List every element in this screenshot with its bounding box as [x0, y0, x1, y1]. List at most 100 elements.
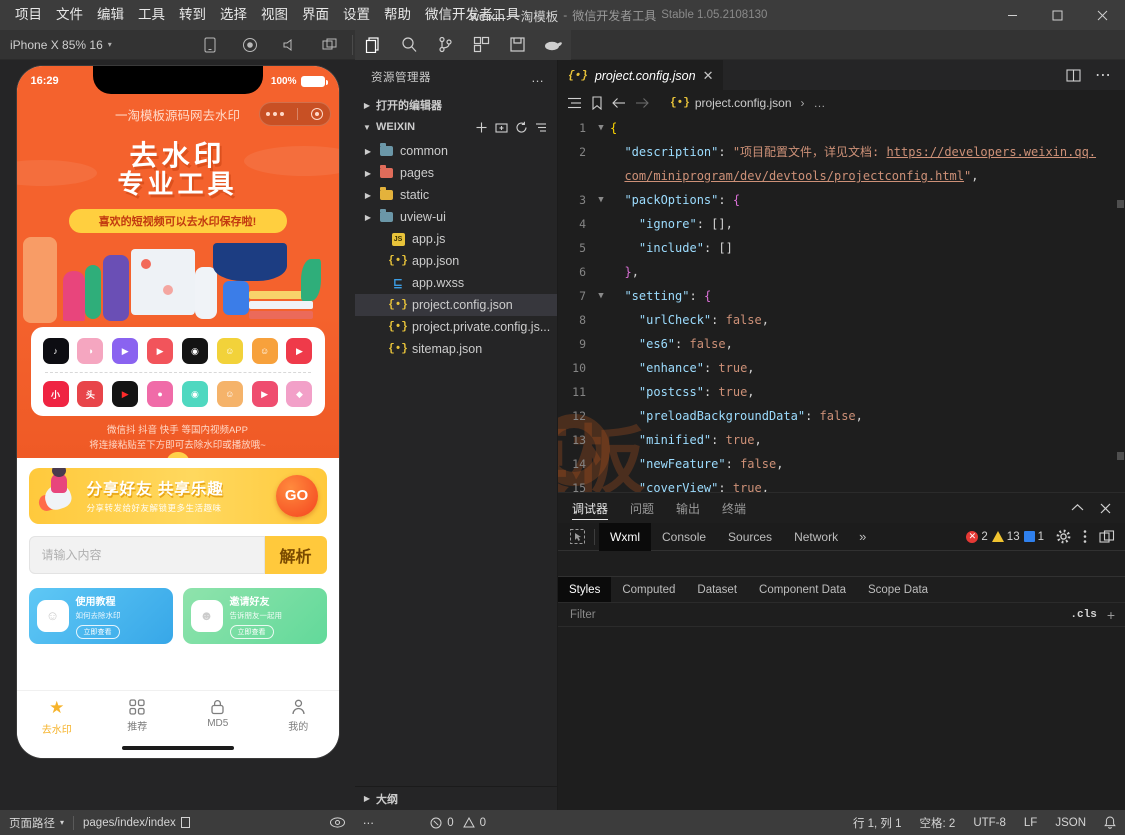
bookmark-icon[interactable]: [591, 96, 603, 110]
record-icon[interactable]: [230, 30, 270, 60]
explorer-more-icon[interactable]: …: [531, 70, 545, 85]
capsule-menu-icon[interactable]: [266, 112, 284, 116]
tab-remove-watermark[interactable]: ★ 去水印: [17, 698, 98, 735]
collapse-all-icon[interactable]: [535, 121, 548, 134]
code-line[interactable]: 2 "description": "项目配置文件，详见文档: https://d…: [558, 140, 1125, 164]
page-path-selector[interactable]: 页面路径 ▾: [0, 810, 73, 835]
breadcrumb-file[interactable]: {•} project.config.json: [670, 96, 792, 110]
code-line[interactable]: 9 "es6": false,: [558, 332, 1125, 356]
panel-tab-problems[interactable]: 问题: [630, 493, 654, 523]
code-line[interactable]: 7 ▼ "setting": {: [558, 284, 1125, 308]
tab-md5[interactable]: MD5: [178, 699, 259, 729]
code-line[interactable]: 10 "enhance": true,: [558, 356, 1125, 380]
back-icon[interactable]: [612, 97, 626, 109]
code-line[interactable]: 11 "postcss": true,: [558, 380, 1125, 404]
source-control-icon[interactable]: [427, 30, 463, 60]
devtools-tab-sources[interactable]: Sources: [717, 523, 783, 551]
code-line[interactable]: 1 ▼{: [558, 116, 1125, 140]
menu-item-7[interactable]: 界面: [295, 4, 336, 26]
filter-input[interactable]: Filter: [570, 609, 1070, 621]
file-tree-item-uview-ui[interactable]: ▶ uview-ui: [355, 206, 557, 228]
share-banner[interactable]: 分享好友 共享乐趣 分享转发给好友解锁更多生活趣味 GO: [28, 467, 327, 524]
styles-tab-computed[interactable]: Computed: [611, 577, 686, 602]
code-line[interactable]: 14 "newFeature": false,: [558, 452, 1125, 476]
close-panel-icon[interactable]: [1100, 503, 1111, 514]
phone-icon[interactable]: [190, 30, 230, 60]
extensions-icon[interactable]: [463, 30, 499, 60]
parse-button[interactable]: 解析: [264, 535, 327, 574]
code-line[interactable]: 8 "urlCheck": false,: [558, 308, 1125, 332]
fold-chevron-icon[interactable]: ▼: [592, 284, 610, 308]
code-line[interactable]: 13 "minified": true,: [558, 428, 1125, 452]
code-line[interactable]: 6 },: [558, 260, 1125, 284]
tab-recommend[interactable]: 推荐: [97, 699, 178, 733]
cursor-position[interactable]: 行 1, 列 1: [844, 810, 911, 835]
code-line[interactable]: 4 "ignore": [],: [558, 212, 1125, 236]
menu-item-6[interactable]: 视图: [254, 4, 295, 26]
panel-tab-terminal[interactable]: 终端: [722, 493, 746, 523]
menu-item-10[interactable]: 微信开发者工具: [418, 4, 527, 26]
forward-icon[interactable]: [635, 97, 649, 109]
styles-tab-component-data[interactable]: Component Data: [748, 577, 857, 602]
gear-icon[interactable]: [1056, 529, 1071, 544]
wechat-cloud-icon[interactable]: [535, 30, 571, 60]
wxml-dom-tree[interactable]: [558, 551, 1125, 577]
menu-item-8[interactable]: 设置: [336, 4, 377, 26]
code-line[interactable]: 3 ▼ "packOptions": {: [558, 188, 1125, 212]
menu-item-0[interactable]: 项目: [8, 4, 49, 26]
editor-tab-project-config[interactable]: {•} project.config.json ✕: [558, 60, 724, 90]
file-tree-item-pages[interactable]: ▶ pages: [355, 162, 557, 184]
wechat-capsule[interactable]: [258, 102, 331, 126]
promo-btn-tutorial[interactable]: 立即查看: [75, 624, 120, 639]
code-line[interactable]: 12 "preloadBackgroundData": false,: [558, 404, 1125, 428]
close-icon[interactable]: [1080, 0, 1125, 30]
cls-button[interactable]: .cls: [1070, 609, 1106, 621]
indent-setting[interactable]: 空格: 2: [911, 810, 965, 835]
project-section[interactable]: ▼ WEIXIN: [355, 116, 557, 138]
fold-chevron-icon[interactable]: ▼: [592, 116, 610, 140]
menu-item-5[interactable]: 选择: [213, 4, 254, 26]
file-tree-item-sitemap-json[interactable]: {•} sitemap.json: [355, 338, 557, 360]
styles-tab-scope-data[interactable]: Scope Data: [857, 577, 939, 602]
file-tree-item-common[interactable]: ▶ common: [355, 140, 557, 162]
explorer-icon[interactable]: [355, 30, 391, 60]
file-tree-item-static[interactable]: ▶ static: [355, 184, 557, 206]
capsule-close-icon[interactable]: [311, 108, 323, 120]
panel-tab-debugger[interactable]: 调试器: [572, 493, 609, 523]
styles-tab-styles[interactable]: Styles: [558, 577, 612, 602]
code-editor[interactable]: 一淘模板 1▼{2 "description": "项目配置文件，详见文档: h…: [558, 116, 1125, 492]
maximize-icon[interactable]: [1035, 0, 1080, 30]
save-layout-icon[interactable]: [499, 30, 535, 60]
code-line[interactable]: 15 "coverView": true,: [558, 476, 1125, 492]
search-icon[interactable]: [391, 30, 427, 60]
notifications-bell-icon[interactable]: [1095, 810, 1125, 835]
eol-setting[interactable]: LF: [1015, 810, 1046, 835]
devtools-tab-wxml[interactable]: Wxml: [599, 522, 651, 551]
close-icon[interactable]: ✕: [703, 68, 714, 84]
menu-item-1[interactable]: 文件: [49, 4, 90, 26]
error-count[interactable]: ✕ 2: [966, 530, 988, 543]
devtools-more-tabs-icon[interactable]: »: [849, 529, 876, 544]
promo-card-invite[interactable]: ☻ 邀请好友 告诉朋友一起用 立即查看: [182, 587, 327, 644]
copy-icon[interactable]: [180, 816, 192, 829]
kebab-menu-icon[interactable]: [1083, 529, 1087, 544]
outline-section[interactable]: ▶ 大纲: [355, 786, 557, 810]
add-style-rule-button[interactable]: +: [1107, 607, 1125, 623]
inspect-element-icon[interactable]: [564, 523, 590, 551]
devtools-tab-console[interactable]: Console: [651, 523, 717, 551]
promo-card-tutorial[interactable]: ☺ 使用教程 如何去除水印 立即查看: [28, 587, 173, 644]
device-selector[interactable]: iPhone X 85% 16 ▾: [0, 38, 190, 52]
menu-item-4[interactable]: 转到: [172, 4, 213, 26]
fold-chevron-icon[interactable]: ▼: [592, 188, 610, 212]
preview-eye-icon[interactable]: [321, 810, 354, 835]
code-line[interactable]: com/miniprogram/dev/devtools/projectconf…: [558, 164, 1125, 188]
refresh-icon[interactable]: [515, 121, 528, 134]
minimize-icon[interactable]: [990, 0, 1035, 30]
tab-mine[interactable]: 我的: [258, 699, 339, 733]
split-editor-icon[interactable]: [1066, 68, 1081, 83]
file-tree-item-project-config-json[interactable]: {•} project.config.json: [355, 294, 557, 316]
menu-item-9[interactable]: 帮助: [377, 4, 418, 26]
share-go-button[interactable]: GO: [275, 474, 318, 517]
url-input[interactable]: 请输入内容: [28, 535, 265, 574]
file-tree-item-app-json[interactable]: {•} app.json: [355, 250, 557, 272]
